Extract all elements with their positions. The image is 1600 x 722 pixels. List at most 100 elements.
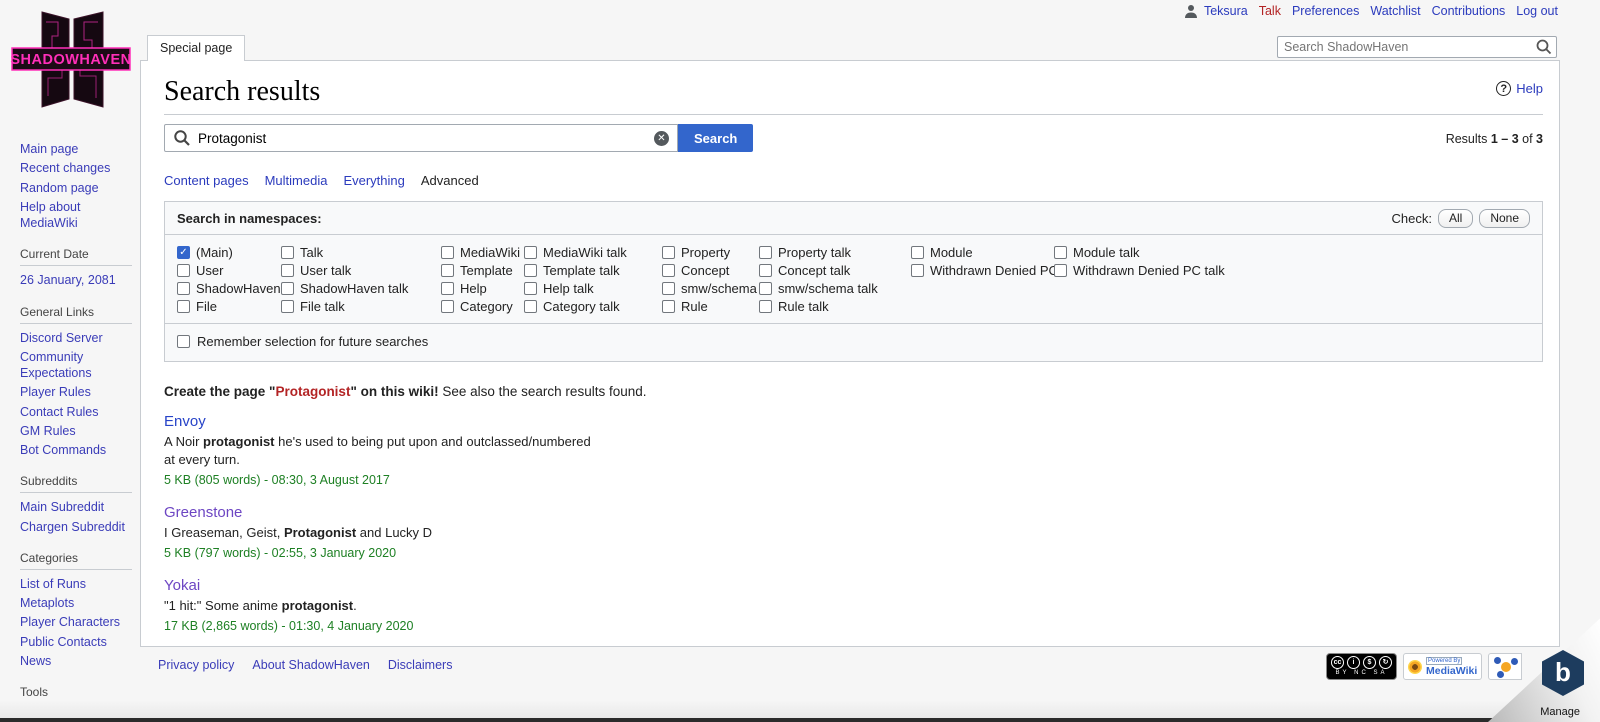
personal-bar: Teksura Talk Preferences Watchlist Contribut… — [1184, 4, 1558, 18]
namespace-checkbox-category-talk[interactable] — [524, 300, 537, 313]
namespace-checkbox-withdrawn-denied-pc[interactable] — [911, 264, 924, 277]
namespace-option: Module — [911, 243, 1054, 261]
sidebar-item-contact-rules[interactable]: Contact Rules — [20, 404, 132, 420]
sidebar-item-random-page[interactable]: Random page — [20, 180, 132, 196]
create-page-line: Create the page "Protagonist" on this wi… — [164, 384, 1543, 399]
namespace-checkbox-smw-schema-talk[interactable] — [759, 282, 772, 295]
site-search-icon[interactable] — [1535, 38, 1553, 56]
namespace-checkbox-module[interactable] — [911, 246, 924, 259]
namespace-label: Module talk — [1073, 245, 1139, 260]
namespace-checkbox-template-talk[interactable] — [524, 264, 537, 277]
sidebar-item-discord-server[interactable]: Discord Server — [20, 330, 132, 346]
profile-tab-multimedia[interactable]: Multimedia — [265, 173, 328, 193]
sidebar-item-chargen-subreddit[interactable]: Chargen Subreddit — [20, 519, 132, 535]
powered-by-label: Powered By — [1426, 657, 1462, 665]
sidebar-item-list-of-runs[interactable]: List of Runs — [20, 576, 132, 592]
sidebar-item-player-rules[interactable]: Player Rules — [20, 384, 132, 400]
sidebar-item-main-subreddit[interactable]: Main Subreddit — [20, 499, 132, 515]
wiki-logo[interactable]: SHADOWHAVEN — [10, 6, 132, 114]
help-link[interactable]: ? Help — [1496, 81, 1543, 96]
check-none-button[interactable]: None — [1479, 209, 1530, 228]
content-area: ? Help Search results ✕ Search Results 1… — [140, 60, 1560, 647]
remember-checkbox[interactable] — [177, 335, 190, 348]
namespaces-legend: Search in namespaces: — [177, 211, 1530, 226]
namespace-checkbox-module-talk[interactable] — [1054, 246, 1067, 259]
sidebar-item-bot-commands[interactable]: Bot Commands — [20, 442, 132, 458]
namespace-checkbox-category[interactable] — [441, 300, 454, 313]
namespace-checkbox-rule-talk[interactable] — [759, 300, 772, 313]
bottom-strip — [0, 718, 1600, 722]
namespace-label: Category talk — [543, 299, 620, 314]
namespace-checkbox-help-talk[interactable] — [524, 282, 537, 295]
personal-link-preferences[interactable]: Preferences — [1292, 4, 1359, 18]
sidebar-item-player-characters[interactable]: Player Characters — [20, 614, 132, 630]
namespace-checkbox-shadowhaven[interactable] — [177, 282, 190, 295]
text-run: 3 — [1536, 132, 1543, 146]
namespace-checkbox-property[interactable] — [662, 246, 675, 259]
namespace-option: Template talk — [524, 261, 662, 279]
result-title-yokai[interactable]: Yokai — [164, 577, 200, 594]
profile-tab-content-pages[interactable]: Content pages — [164, 173, 249, 193]
footer-link-privacy-policy[interactable]: Privacy policy — [158, 658, 234, 672]
site-search-input[interactable] — [1278, 40, 1535, 54]
namespace-checkbox-concept[interactable] — [662, 264, 675, 277]
footer-link-disclaimers[interactable]: Disclaimers — [388, 658, 453, 672]
namespace-column: Property talkConcept talksmw/schema talk… — [759, 243, 911, 315]
cc-badge-text: BY NC SA — [1327, 670, 1396, 676]
namespace-checkbox-withdrawn-denied-pc-talk[interactable] — [1054, 264, 1067, 277]
namespace-label: File — [196, 299, 217, 314]
search-box: ✕ — [164, 124, 678, 152]
sidebar-item-news[interactable]: News — [20, 653, 132, 669]
personal-link-contributions[interactable]: Contributions — [1432, 4, 1506, 18]
result-title-envoy[interactable]: Envoy — [164, 413, 206, 430]
namespace-checkbox-user-talk[interactable] — [281, 264, 294, 277]
check-all-button[interactable]: All — [1438, 209, 1473, 228]
personal-link-teksura[interactable]: Teksura — [1204, 4, 1248, 18]
personal-link-watchlist[interactable]: Watchlist — [1370, 4, 1420, 18]
tab-special-page[interactable]: Special page — [147, 35, 245, 61]
namespace-checkbox-shadowhaven-talk[interactable] — [281, 282, 294, 295]
namespace-checkbox-rule[interactable] — [662, 300, 675, 313]
profile-tab-everything[interactable]: Everything — [343, 173, 404, 193]
namespace-checkbox-help[interactable] — [441, 282, 454, 295]
sidebar-item-help-about-mediawiki[interactable]: Help about MediaWiki — [20, 199, 132, 232]
namespace-column: MediaWikiTemplateHelpCategory — [441, 243, 524, 315]
sidebar-item-community-expectations[interactable]: Community Expectations — [20, 349, 132, 382]
text-run: I Greaseman, Geist, — [164, 525, 284, 540]
personal-links: Teksura Talk Preferences Watchlist Contribut… — [1204, 4, 1558, 18]
sidebar-item-metaplots[interactable]: Metaplots — [20, 595, 132, 611]
sidebar-item-gm-rules[interactable]: GM Rules — [20, 423, 132, 439]
clear-search-icon[interactable]: ✕ — [654, 131, 669, 146]
namespace-checkbox-mediawiki[interactable] — [441, 246, 454, 259]
cc-license-badge[interactable]: cci$↻ BY NC SA — [1326, 653, 1397, 680]
namespace-checkbox-file[interactable] — [177, 300, 190, 313]
namespace-checkbox-talk[interactable] — [281, 246, 294, 259]
namespaces-panel: Search in namespaces: Check: All None ✓(… — [164, 201, 1543, 362]
search-query-input[interactable] — [198, 131, 654, 146]
namespace-option: Module talk — [1054, 243, 1225, 261]
namespace-option: smw/schema — [662, 279, 759, 297]
profile-tab-advanced[interactable]: Advanced — [421, 173, 479, 193]
namespace-checkbox-concept-talk[interactable] — [759, 264, 772, 277]
text-run: Results — [1446, 132, 1491, 146]
sidebar-item-recent-changes[interactable]: Recent changes — [20, 160, 132, 176]
namespace-checkbox-smw-schema[interactable] — [662, 282, 675, 295]
sidebar-item-public-contacts[interactable]: Public Contacts — [20, 634, 132, 650]
sidebar-item-26-january-2081[interactable]: 26 January, 2081 — [20, 272, 132, 288]
namespace-checkbox-mediawiki-talk[interactable] — [524, 246, 537, 259]
result-title-greenstone[interactable]: Greenstone — [164, 504, 242, 521]
manage-label[interactable]: Manage — [1540, 706, 1580, 718]
search-button[interactable]: Search — [678, 124, 753, 152]
namespace-checkbox-template[interactable] — [441, 264, 454, 277]
powered-by-mediawiki-badge[interactable]: Powered By MediaWiki — [1403, 653, 1482, 680]
namespace-checkbox--main-[interactable]: ✓ — [177, 246, 190, 259]
personal-link-talk[interactable]: Talk — [1259, 4, 1281, 18]
namespace-checkbox-file-talk[interactable] — [281, 300, 294, 313]
cc-circle-icon: cc — [1331, 656, 1344, 669]
sidebar-item-main-page[interactable]: Main page — [20, 141, 132, 157]
result-meta: 5 KB (805 words) - 08:30, 3 August 2017 — [164, 471, 1543, 489]
personal-link-log-out[interactable]: Log out — [1516, 4, 1558, 18]
footer-link-about-shadowhaven[interactable]: About ShadowHaven — [252, 658, 369, 672]
namespace-checkbox-property-talk[interactable] — [759, 246, 772, 259]
namespace-checkbox-user[interactable] — [177, 264, 190, 277]
